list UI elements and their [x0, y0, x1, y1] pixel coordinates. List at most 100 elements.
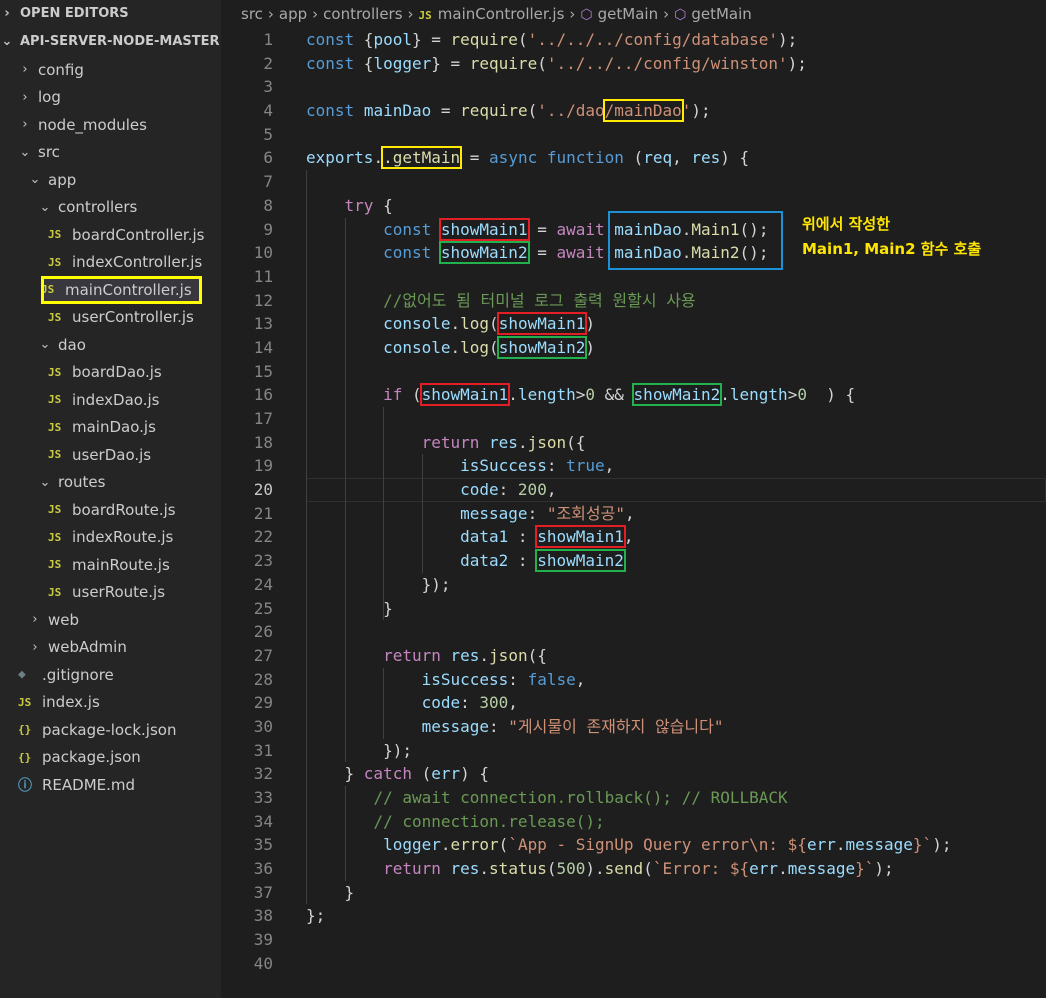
code-line[interactable]: 24 }); [221, 572, 1046, 597]
code-line[interactable]: 3 [221, 75, 1046, 99]
code-line[interactable]: 29 code: 300, [221, 691, 1046, 715]
tree-folder[interactable]: › web [0, 606, 221, 634]
line-number: 28 [253, 669, 273, 689]
code-line[interactable]: 28 isSuccess: false, [221, 667, 1046, 692]
code-line[interactable]: 30 message: "게시물이 존재하지 않습니다" [221, 714, 1046, 739]
tree-item-label: config [38, 60, 84, 79]
code-line[interactable]: 1 const {pool} = require('../../../config… [221, 28, 1046, 52]
tree-folder[interactable]: › node_modules [0, 111, 221, 139]
breadcrumb-controllers[interactable]: controllers [323, 5, 402, 23]
code-line[interactable]: 27 return res.json({ [221, 643, 1046, 668]
info-file-icon: ⓘ [18, 777, 32, 794]
breadcrumb-symbol-2[interactable]: getMain [691, 5, 751, 23]
tree-folder[interactable]: ⌄ dao [0, 331, 221, 359]
code-line[interactable]: 18 return res.json({ [221, 430, 1046, 455]
line-number: 14 [253, 337, 273, 357]
line-number: 18 [253, 432, 273, 452]
code-line[interactable]: 15 [221, 359, 1046, 384]
line-number: 17 [253, 409, 273, 428]
chevron-right-icon: › [22, 62, 28, 78]
tree-folder[interactable]: ⌄ routes [0, 469, 221, 497]
code-line[interactable]: 34 // connection.release(); [221, 809, 1046, 834]
annotation-note: 위에서 작성한 Main1, Main2 함수 호출 [802, 212, 981, 262]
breadcrumb-symbol-1[interactable]: getMain [598, 5, 658, 23]
code-line[interactable]: 4 const mainDao = require('../dao/mainDao… [221, 99, 1046, 123]
code-line[interactable]: 35 logger.error(`App - SignUp Query erro… [221, 833, 1046, 858]
code-line[interactable]: 14 console.log(showMain2) [221, 335, 1046, 360]
code-line[interactable]: 21 message: "조회성공", [221, 501, 1046, 526]
tree-file[interactable]: JS indexController.js [0, 249, 221, 277]
tree-folder[interactable]: ⌄ controllers [0, 194, 221, 222]
line-number: 40 [253, 953, 273, 973]
code-token: // connection.release(); [373, 811, 605, 831]
chevron-down-icon: ⌄ [39, 474, 51, 490]
tree-item-label: web [48, 610, 80, 629]
code-token: async [489, 148, 538, 168]
project-root[interactable]: ⌄ API-SERVER-NODE-MASTER [0, 28, 221, 56]
code-line[interactable]: 6 exports..getMain = async function (req,… [221, 146, 1046, 170]
tree-file[interactable]: JS userRoute.js [0, 579, 221, 607]
code-line[interactable]: 13 console.log(showMain1) [221, 312, 1046, 336]
code-line[interactable]: 25 } [221, 596, 1046, 621]
tree-file[interactable]: JS index.js [0, 689, 221, 717]
code-token: code [460, 480, 499, 500]
tree-folder[interactable]: › webAdmin [0, 634, 221, 662]
tree-file[interactable]: JS indexRoute.js [0, 524, 221, 552]
code-line[interactable]: 37 } [221, 880, 1046, 905]
code-area[interactable]: 1 const {pool} = require('../../../config… [221, 28, 1046, 976]
tree-file[interactable]: JS boardController.js [0, 221, 221, 249]
code-line[interactable]: 39 [221, 928, 1046, 952]
code-line[interactable]: 12 //없어도 됨 터미널 로그 출력 원할시 사용 [221, 288, 1046, 313]
code-text: }); [306, 739, 412, 763]
code-line[interactable]: 2 const {logger} = require('../../../conf… [221, 52, 1046, 76]
code-line[interactable]: 7 [221, 170, 1046, 194]
tree-file[interactable]: {} package.json [0, 744, 221, 772]
code-line[interactable]: 23 data2 : showMain2 [221, 549, 1046, 573]
code-line[interactable]: 16 if (showMain1.length>0 && showMain2.l… [221, 383, 1046, 407]
tree-folder[interactable]: ⌄ src [0, 139, 221, 167]
code-line[interactable]: 32 } catch (err) { [221, 762, 1046, 786]
code-editor[interactable]: src › app › controllers › JS mainController.js ›… [221, 0, 1046, 998]
code-line[interactable]: 20 code: 200, [221, 478, 1046, 502]
breadcrumb-file[interactable]: mainController.js [438, 5, 565, 23]
tree-folder[interactable]: › config [0, 56, 221, 84]
tree-file[interactable]: JS mainController.js [41, 276, 202, 304]
tree-folder[interactable]: › log [0, 84, 221, 112]
code-token: pool [373, 30, 412, 49]
tree-file[interactable]: JS mainRoute.js [0, 551, 221, 579]
tree-file[interactable]: JS indexDao.js [0, 386, 221, 414]
tree-file[interactable]: JS userDao.js [0, 441, 221, 469]
line-number: 32 [253, 764, 273, 784]
code-line[interactable]: 22 data1 : showMain1, [221, 525, 1046, 550]
tree-item-label: src [38, 143, 60, 162]
breadcrumb: src › app › controllers › JS mainController.js ›… [221, 0, 1046, 28]
chevron-right-icon: › [569, 5, 576, 23]
tree-file[interactable]: JS boardDao.js [0, 359, 221, 387]
tree-file[interactable]: ◆ .gitignore [0, 661, 221, 689]
code-line[interactable]: 33 // await connection.rollback(); // RO… [221, 786, 1046, 810]
code-line[interactable]: 26 [221, 620, 1046, 644]
code-token: log [460, 314, 490, 334]
tree-file[interactable]: JS userController.js [0, 304, 221, 332]
code-line[interactable]: 31 }); [221, 738, 1046, 763]
code-line[interactable]: 36 return res.status(500).send(`Error: $… [221, 857, 1046, 881]
breadcrumb-app[interactable]: app [279, 5, 307, 23]
tree-file[interactable]: JS boardRoute.js [0, 496, 221, 524]
code-line[interactable]: 40 [221, 952, 1046, 976]
code-line[interactable]: 19 isSuccess: true, [221, 454, 1046, 479]
code-line[interactable]: 17 [221, 407, 1046, 431]
code-token: , [672, 148, 692, 168]
code-token: "게시물이 존재하지 않습니다" [508, 716, 724, 736]
code-line[interactable]: 38}; [221, 904, 1046, 928]
tree-folder[interactable]: ⌄ app [0, 166, 221, 194]
breadcrumb-src[interactable]: src [241, 5, 263, 23]
tree-file[interactable]: ⓘ README.md [0, 771, 221, 799]
code-line[interactable]: 5 [221, 123, 1046, 147]
tree-file[interactable]: JS mainDao.js [0, 414, 221, 442]
chevron-down-icon: ⌄ [39, 199, 51, 215]
open-editors-section[interactable]: › OPEN EDITORS [0, 0, 221, 28]
tree-file[interactable]: {} package-lock.json [0, 716, 221, 744]
